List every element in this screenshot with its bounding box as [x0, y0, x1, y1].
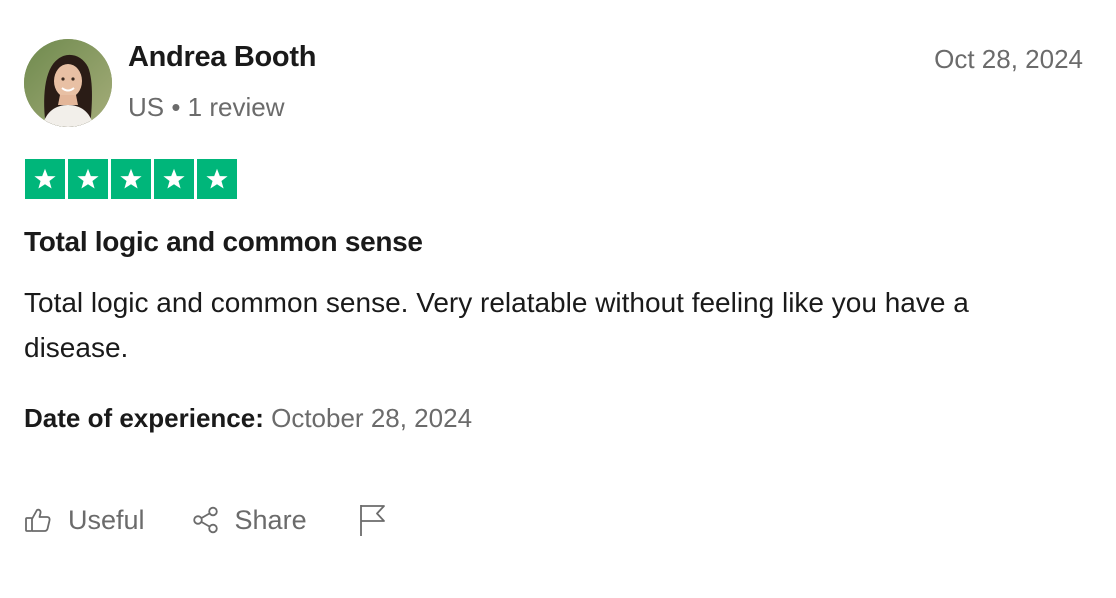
share-icon	[191, 505, 221, 535]
review-date: Oct 28, 2024	[934, 44, 1083, 74]
review-actions: Useful Share	[24, 500, 387, 540]
star-icon	[111, 159, 151, 199]
date-of-experience: Date of experience: October 28, 2024	[24, 403, 472, 434]
avatar[interactable]	[24, 39, 112, 127]
report-button[interactable]	[357, 503, 387, 537]
star-icon	[154, 159, 194, 199]
avatar-photo-icon	[24, 39, 112, 127]
review-card: Andrea Booth US • 1 review Oct 28, 2024 …	[0, 0, 1116, 598]
share-button[interactable]: Share	[191, 505, 307, 536]
useful-label: Useful	[68, 504, 145, 535]
star-icon	[25, 159, 65, 199]
share-label: Share	[234, 504, 307, 535]
review-body: Total logic and common sense. Very relat…	[24, 287, 969, 363]
author-meta: US • 1 review	[128, 92, 285, 122]
thumbs-up-icon	[24, 506, 52, 534]
experience-value: October 28, 2024	[271, 403, 473, 433]
experience-label: Date of experience:	[24, 403, 264, 433]
author-name[interactable]: Andrea Booth	[128, 41, 316, 74]
star-icon	[68, 159, 108, 199]
review-title: Total logic and common sense	[24, 226, 423, 257]
star-rating	[25, 159, 237, 199]
useful-button[interactable]: Useful	[24, 505, 145, 536]
flag-icon	[357, 503, 387, 537]
star-icon	[197, 159, 237, 199]
